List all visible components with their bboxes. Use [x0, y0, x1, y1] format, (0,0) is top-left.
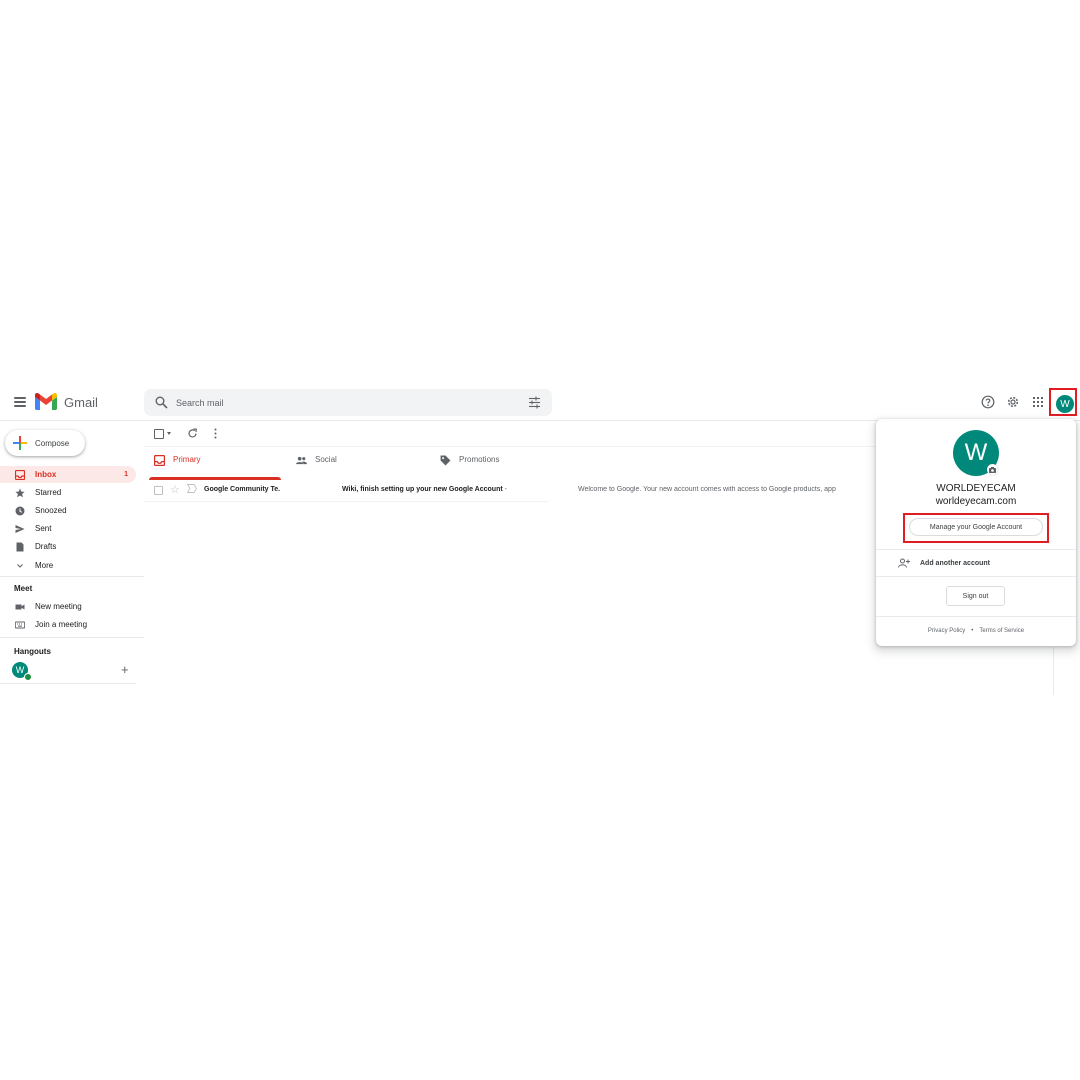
search-bar[interactable]: [144, 389, 552, 416]
privacy-policy-link[interactable]: Privacy Policy: [928, 628, 965, 634]
main-menu-button[interactable]: [14, 397, 26, 407]
add-person-icon: [898, 558, 910, 568]
manage-account-button[interactable]: Manage your Google Account: [909, 518, 1043, 536]
account-avatar-button[interactable]: W: [1056, 395, 1074, 413]
tab-primary[interactable]: Primary: [154, 455, 280, 479]
sidebar-item-snoozed[interactable]: Snoozed: [0, 502, 136, 519]
sidebar-item-sent[interactable]: Sent: [0, 520, 136, 537]
row-divider: [144, 501, 549, 502]
email-sender: Google Community Te.: [204, 486, 281, 493]
search-input[interactable]: [176, 393, 506, 412]
more-vert-icon[interactable]: [214, 428, 217, 439]
inbox-icon: [15, 469, 25, 480]
unread-count: 1: [124, 471, 128, 478]
sidebar-divider: [0, 683, 136, 684]
account-popup: W WORLDEYECAM worldeyecam.com Manage you…: [876, 419, 1076, 646]
chevron-down-icon: [15, 561, 25, 571]
sidebar-item-label: Starred: [35, 488, 62, 497]
camera-icon[interactable]: [987, 464, 998, 475]
tab-label: Primary: [173, 455, 201, 464]
compose-label: Compose: [35, 438, 70, 448]
tab-label: Social: [315, 455, 337, 464]
compose-button[interactable]: Compose: [5, 430, 85, 456]
people-icon: [296, 456, 307, 465]
importance-marker-icon[interactable]: [187, 484, 197, 493]
side-panel-edge: [1053, 647, 1054, 695]
sidebar-item-label: More: [35, 561, 54, 570]
sidebar-item-more[interactable]: More: [0, 557, 136, 574]
send-icon: [15, 524, 25, 534]
sign-out-button[interactable]: Sign out: [946, 586, 1005, 606]
search-icon[interactable]: [155, 396, 168, 409]
sidebar-item-label: Inbox: [35, 470, 57, 479]
tab-label: Promotions: [459, 455, 500, 464]
new-conversation-plus-icon[interactable]: +: [121, 662, 129, 677]
meet-heading: Meet: [14, 584, 33, 593]
sidebar-item-inbox[interactable]: Inbox 1: [0, 466, 136, 483]
sidebar-item-join-meeting[interactable]: Join a meeting: [0, 616, 136, 633]
keyboard-icon: [15, 620, 25, 630]
row-checkbox[interactable]: [154, 486, 163, 495]
email-snippet: Welcome to Google. Your new account come…: [578, 486, 836, 493]
sidebar-item-label: Join a meeting: [35, 620, 88, 629]
sidebar-divider: [0, 576, 144, 577]
account-name: WORLDEYECAM: [936, 483, 1016, 494]
refresh-icon[interactable]: [187, 428, 198, 439]
select-all-checkbox[interactable]: [154, 429, 164, 439]
inbox-icon: [154, 455, 165, 466]
add-account-button[interactable]: Add another account: [876, 550, 1076, 576]
sidebar-item-label: Snoozed: [35, 506, 67, 515]
sidebar-item-label: New meeting: [35, 602, 82, 611]
hangouts-heading: Hangouts: [14, 647, 51, 656]
compose-plus-icon: [13, 436, 27, 450]
subject-separator: -: [502, 486, 507, 493]
select-dropdown-caret-icon[interactable]: [167, 432, 171, 435]
sidebar-item-label: Sent: [35, 524, 52, 533]
app-title: Gmail: [64, 395, 98, 410]
popup-footer: Privacy Policy • Terms of Service: [876, 628, 1076, 634]
email-subject-wrap: Wiki, finish setting up your new Google …: [342, 486, 507, 493]
sidebar-item-drafts[interactable]: Drafts: [0, 538, 136, 555]
star-icon: [15, 488, 25, 498]
video-icon: [15, 602, 25, 612]
clock-icon: [15, 506, 25, 516]
email-subject: Wiki, finish setting up your new Google …: [342, 486, 503, 493]
tag-icon: [440, 455, 451, 466]
sidebar-item-label: Drafts: [35, 542, 57, 551]
terms-of-service-link[interactable]: Terms of Service: [979, 628, 1024, 634]
help-icon[interactable]: [981, 395, 995, 409]
apps-grid-icon[interactable]: [1031, 395, 1045, 409]
add-account-label: Add another account: [920, 559, 991, 567]
toolbar-divider: [144, 446, 876, 447]
active-tab-indicator: [149, 477, 281, 480]
star-outline-icon[interactable]: ☆: [170, 483, 180, 496]
settings-gear-icon[interactable]: [1006, 395, 1020, 409]
popup-divider: [876, 576, 1076, 577]
online-status-dot: [24, 673, 32, 681]
search-options-icon[interactable]: [528, 396, 541, 409]
sidebar-divider: [0, 637, 144, 638]
footer-separator: •: [971, 628, 974, 634]
sidebar-item-new-meeting[interactable]: New meeting: [0, 598, 136, 615]
tab-promotions[interactable]: Promotions: [440, 455, 570, 479]
gmail-logo: [35, 393, 57, 410]
email-row[interactable]: ☆ Google Community Te. Wiki, finish sett…: [144, 481, 876, 501]
popup-divider: [876, 616, 1076, 617]
account-email: worldeyecam.com: [935, 496, 1017, 507]
tab-social[interactable]: Social: [296, 455, 426, 479]
sidebar-item-starred[interactable]: Starred: [0, 484, 136, 501]
draft-icon: [15, 542, 25, 552]
